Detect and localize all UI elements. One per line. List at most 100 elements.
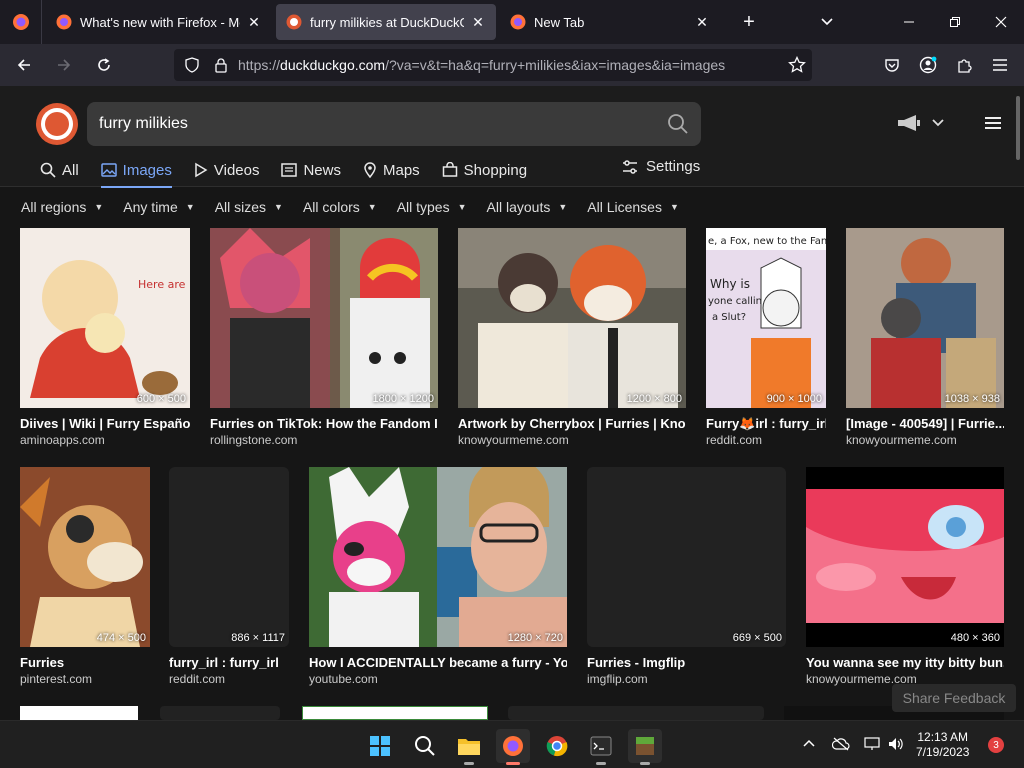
app-menu-button[interactable] [984, 49, 1016, 81]
image-result-partial[interactable] [160, 706, 280, 720]
result-source[interactable]: reddit.com [169, 672, 225, 686]
result-thumbnail[interactable] [806, 467, 1004, 647]
volume-icon[interactable] [888, 737, 904, 754]
minimize-button[interactable] [886, 0, 932, 44]
settings-link[interactable]: Settings [622, 158, 700, 175]
filter-size[interactable]: All sizes ▼ [215, 199, 283, 215]
image-result[interactable]: 1280 × 720 How I ACCIDENTALLY became a f… [309, 467, 567, 687]
image-result[interactable]: 474 × 500 Furries pinterest.com [20, 467, 150, 687]
close-window-button[interactable] [978, 0, 1024, 44]
cloud-offline-icon[interactable] [831, 737, 850, 754]
ddg-header: furry milikies All Images Videos News Ma… [0, 86, 1024, 188]
result-thumbnail[interactable]: e, a Fox, new to the Fandom Why is yone ca… [706, 228, 826, 408]
result-title[interactable]: Artwork by Cherrybox | Furries | Kno... [458, 416, 686, 431]
search-taskbar-button[interactable] [408, 729, 442, 763]
result-thumbnail[interactable] [20, 467, 150, 647]
result-title[interactable]: You wanna see my itty bitty bun... [806, 655, 1004, 670]
filter-time[interactable]: Any time ▼ [123, 199, 194, 215]
search-icon[interactable] [667, 113, 689, 135]
result-title[interactable]: How I ACCIDENTALLY became a furry - Yo..… [309, 655, 567, 670]
tab-videos[interactable]: Videos [194, 158, 259, 182]
result-thumbnail[interactable] [846, 228, 1004, 408]
image-result-partial[interactable] [302, 706, 488, 720]
image-result-partial[interactable] [508, 706, 764, 720]
search-input[interactable]: furry milikies [87, 102, 701, 146]
result-title[interactable]: Furries [20, 655, 150, 670]
new-tab-button[interactable]: + [734, 11, 764, 34]
share-feedback-button[interactable]: Share Feedback [892, 684, 1016, 712]
result-title[interactable]: [Image - 400549] | Furrie... [846, 416, 1004, 431]
result-title[interactable]: Furries on TikTok: How the Fandom I... [210, 416, 438, 431]
close-icon[interactable]: ✕ [694, 14, 710, 31]
tab-news[interactable]: News [281, 158, 341, 182]
result-thumbnail[interactable] [458, 228, 686, 408]
result-source[interactable]: rollingstone.com [210, 433, 297, 447]
restore-button[interactable] [932, 0, 978, 44]
notification-badge[interactable]: 3 [988, 737, 1004, 753]
tab-maps[interactable]: Maps [363, 158, 420, 182]
filter-type[interactable]: All types ▼ [397, 199, 467, 215]
image-result-partial[interactable] [20, 706, 138, 720]
result-thumbnail[interactable]: Here are [20, 228, 190, 408]
tab-new-tab[interactable]: New Tab ✕ [500, 4, 720, 40]
filter-color[interactable]: All colors ▼ [303, 199, 377, 215]
tab-all[interactable]: All [40, 158, 79, 182]
tab-duckduckgo[interactable]: furry milikies at DuckDuckGo ✕ [276, 4, 496, 40]
image-result[interactable]: 886 × 1117 furry_irl : furry_irl reddit.… [169, 467, 289, 687]
reload-button[interactable] [86, 49, 122, 81]
image-result[interactable]: Here are 600 × 500 Diives | Wiki | Furry… [20, 228, 190, 448]
extensions-button[interactable] [948, 49, 980, 81]
announcements-button[interactable] [896, 114, 944, 132]
result-title[interactable]: Diives | Wiki | Furry Españo... [20, 416, 190, 431]
url-bar[interactable]: https://duckduckgo.com/?va=v&t=ha&q=furr… [174, 49, 812, 81]
close-icon[interactable]: ✕ [246, 14, 262, 31]
result-thumbnail[interactable] [210, 228, 438, 408]
minecraft-taskbar-button[interactable] [628, 729, 662, 765]
result-thumbnail[interactable] [169, 467, 289, 647]
result-title[interactable]: Furries - Imgflip [587, 655, 786, 670]
image-result[interactable]: e, a Fox, new to the Fandom Why is yone ca… [706, 228, 826, 448]
pocket-button[interactable] [876, 49, 908, 81]
result-source[interactable]: reddit.com [706, 433, 762, 447]
thumbnail-art: e, a Fox, new to the Fandom Why is yone ca… [706, 228, 826, 408]
image-result[interactable]: 1200 × 800 Artwork by Cherrybox | Furrie… [458, 228, 686, 448]
filter-region[interactable]: All regions ▼ [21, 199, 103, 215]
back-button[interactable] [6, 49, 42, 81]
tab-images[interactable]: Images [100, 158, 173, 188]
terminal-taskbar-button[interactable] [584, 729, 618, 765]
result-thumbnail[interactable] [309, 467, 567, 647]
forward-button[interactable] [46, 49, 82, 81]
list-tabs-chevron-icon[interactable] [820, 14, 834, 30]
image-result[interactable]: 669 × 500 Furries - Imgflip imgflip.com [587, 467, 786, 687]
result-source[interactable]: aminoapps.com [20, 433, 105, 447]
image-result[interactable]: 1038 × 938 [Image - 400549] | Furrie... … [846, 228, 1004, 448]
image-result[interactable]: 1800 × 1200 Furries on TikTok: How the F… [210, 228, 438, 448]
image-result[interactable]: 480 × 360 You wanna see my itty bitty bu… [806, 467, 1004, 687]
file-explorer-button[interactable] [452, 729, 486, 765]
result-title[interactable]: furry_irl : furry_irl [169, 655, 289, 670]
hamburger-menu-icon[interactable] [984, 116, 1002, 130]
result-thumbnail[interactable] [587, 467, 786, 647]
duckduckgo-logo[interactable] [36, 103, 78, 145]
result-source[interactable]: knowyourmeme.com [846, 433, 957, 447]
result-source[interactable]: pinterest.com [20, 672, 92, 686]
account-button[interactable] [912, 49, 944, 81]
chrome-taskbar-button[interactable] [540, 729, 574, 763]
thumbnail-art [20, 467, 150, 647]
result-source[interactable]: youtube.com [309, 672, 378, 686]
firefox-view-button[interactable] [0, 0, 42, 44]
filter-layout[interactable]: All layouts ▼ [487, 199, 568, 215]
scrollbar-thumb[interactable] [1016, 96, 1020, 160]
start-button[interactable] [363, 729, 397, 763]
system-clock[interactable]: 12:13 AM 7/19/2023 [916, 730, 969, 760]
network-icon[interactable] [864, 737, 880, 754]
tab-firefox-whats-new[interactable]: What's new with Firefox - More ✕ [46, 4, 272, 40]
close-icon[interactable]: ✕ [470, 14, 486, 31]
result-source[interactable]: knowyourmeme.com [458, 433, 569, 447]
show-hidden-icons-chevron-up-icon[interactable] [802, 737, 816, 751]
tab-shopping[interactable]: Shopping [442, 158, 527, 182]
result-source[interactable]: imgflip.com [587, 672, 648, 686]
result-title[interactable]: Furry🦊irl : furry_irl [706, 416, 826, 432]
firefox-taskbar-button[interactable] [496, 729, 530, 765]
filter-license[interactable]: All Licenses ▼ [587, 199, 679, 215]
